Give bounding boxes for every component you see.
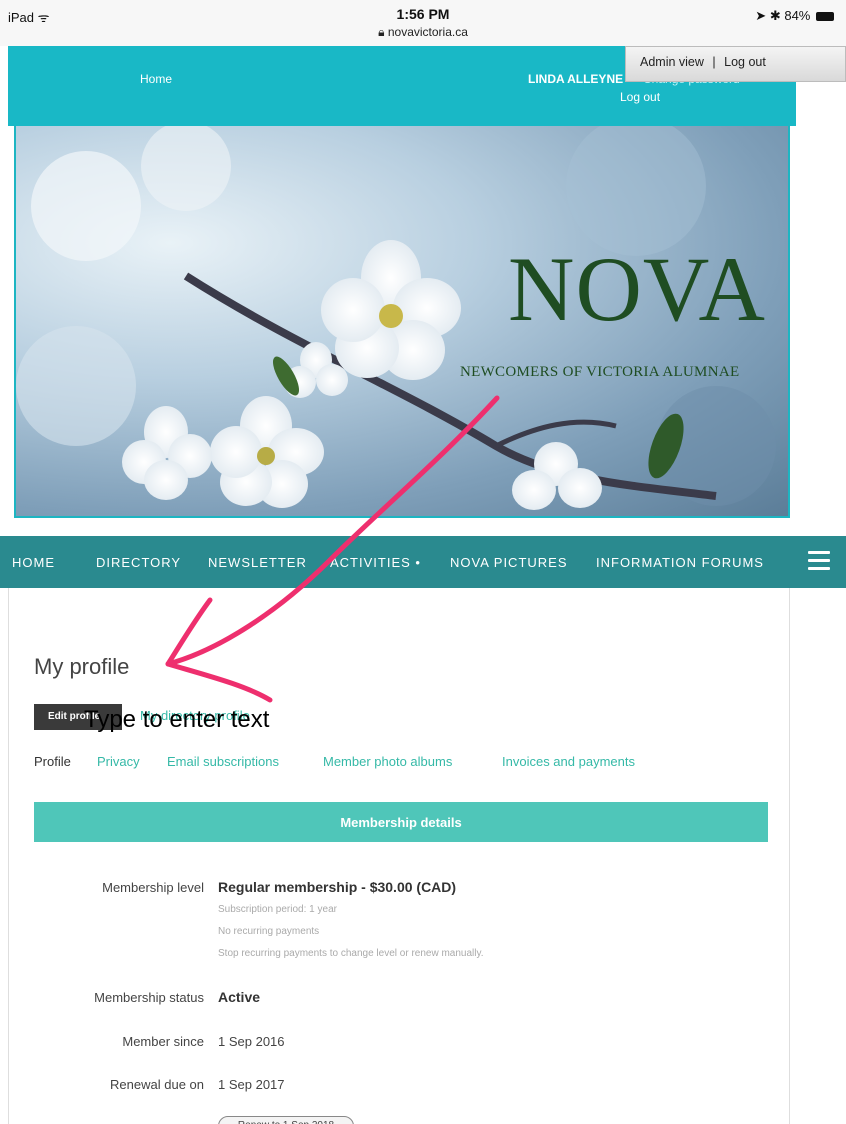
admin-logout-link[interactable]: Log out	[724, 55, 766, 69]
lock-icon: 🔒︎	[378, 25, 385, 39]
nav-directory[interactable]: DIRECTORY	[96, 555, 181, 570]
tab-profile[interactable]: Profile	[34, 754, 71, 769]
membership-level-value: Regular membership - $30.00 (CAD)	[218, 879, 457, 895]
renew-button[interactable]: Renew to 1 Sep 2018	[218, 1116, 354, 1124]
nav-newsletter[interactable]: NEWSLETTER	[208, 555, 307, 570]
hero-banner: NOVA NEWCOMERS OF VICTORIA ALUMNAE	[14, 126, 790, 518]
url-text: novavictoria.ca	[387, 25, 468, 39]
nav-nova-pictures[interactable]: NOVA PICTURES	[450, 555, 568, 570]
admin-popup: Admin view | Log out	[625, 46, 846, 82]
tab-email-subscriptions[interactable]: Email subscriptions	[167, 754, 279, 769]
bluetooth-icon: ✱	[769, 8, 781, 23]
header-home-link[interactable]: Home	[140, 72, 172, 86]
clock: 1:56 PM	[396, 6, 450, 22]
battery-icon	[816, 12, 834, 22]
member-since-label: Member since	[122, 1034, 204, 1049]
recurring-payments-note: No recurring payments	[218, 926, 320, 937]
battery-percent: 84%	[784, 8, 811, 23]
hamburger-icon[interactable]	[808, 551, 830, 571]
header-logout-link[interactable]: Log out	[620, 90, 660, 104]
membership-status-label: Membership status	[94, 990, 204, 1005]
membership-level-label: Membership level	[102, 880, 204, 895]
battery-indicator: ➤ ✱ 84%	[755, 8, 834, 24]
admin-view-link[interactable]: Admin view	[640, 55, 704, 69]
tab-privacy[interactable]: Privacy	[97, 754, 140, 769]
renewal-due-label: Renewal due on	[110, 1077, 204, 1092]
banner-subtitle: NEWCOMERS OF VICTORIA ALUMNAE	[460, 364, 740, 380]
renew-manually-note: Stop recurring payments to change level …	[218, 948, 484, 959]
nav-information-forums[interactable]: INFORMATION FORUMS	[596, 555, 764, 570]
renewal-due-value: 1 Sep 2017	[218, 1077, 285, 1092]
tab-invoices-and-payments[interactable]: Invoices and payments	[502, 754, 635, 769]
nav-activities[interactable]: ACTIVITIES •	[330, 555, 421, 570]
address-bar[interactable]: 🔒︎ novavictoria.ca	[0, 25, 846, 40]
banner-title: NOVA	[508, 238, 766, 340]
admin-separator: |	[712, 55, 716, 69]
header-user-name[interactable]: LINDA ALLEYNE	[528, 72, 623, 86]
member-since-value: 1 Sep 2016	[218, 1034, 285, 1049]
annotation-text-box[interactable]: Type to enter text	[84, 706, 269, 734]
membership-status-value: Active	[218, 989, 261, 1005]
tab-member-photo-albums[interactable]: Member photo albums	[323, 754, 452, 769]
page-title: My profile	[34, 654, 130, 679]
ios-status-bar: iPad ᯤ 1:56 PM 🔒︎ novavictoria.ca ➤ ✱ 84…	[0, 0, 846, 46]
subscription-period-note: Subscription period: 1 year	[218, 904, 337, 915]
location-icon: ➤	[755, 8, 767, 23]
nav-home[interactable]: HOME	[12, 555, 55, 570]
main-nav: HOME DIRECTORY NEWSLETTER ACTIVITIES • N…	[0, 536, 846, 588]
membership-details-header: Membership details	[34, 802, 768, 842]
